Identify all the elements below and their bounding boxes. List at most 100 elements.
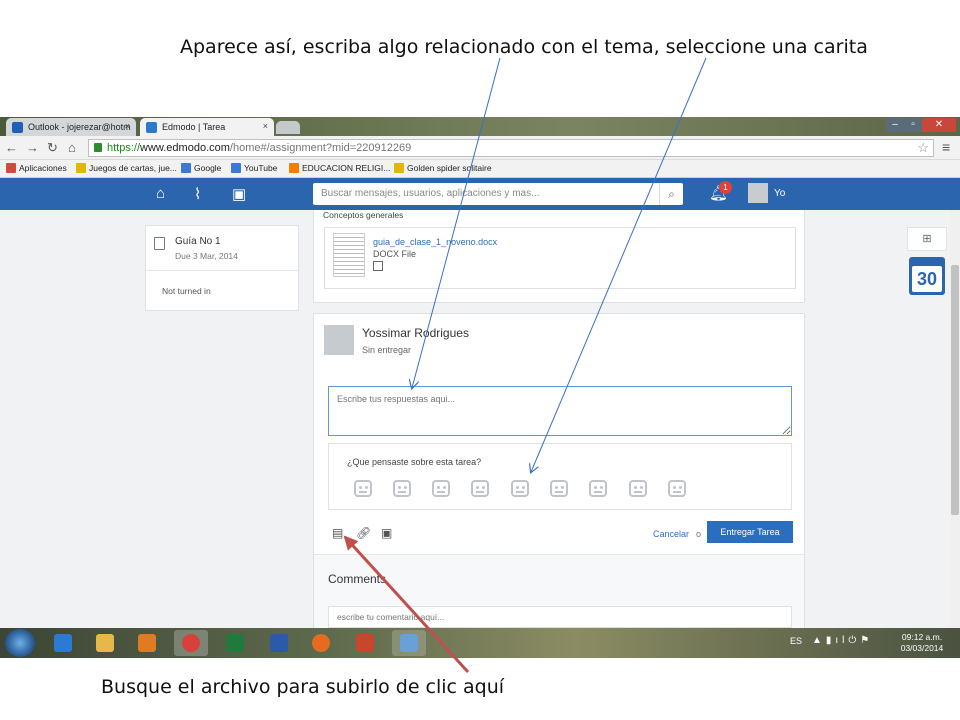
reaction-face-icon[interactable] [589, 480, 607, 497]
submit-assignment-button[interactable]: Entregar Tarea [707, 521, 793, 543]
start-button[interactable] [5, 629, 35, 657]
home-icon[interactable]: ⌂ [68, 140, 76, 155]
media-player-icon[interactable] [130, 630, 164, 656]
edmodo-header: ⌂ ⌇ ▣ Buscar mensajes, usuarios, aplicac… [0, 178, 960, 210]
tab-edmodo[interactable]: Edmodo | Tarea × [140, 118, 274, 136]
bookmark-apps[interactable]: Aplicaciones [6, 163, 67, 173]
file-attachment[interactable]: guia_de_clase_1_noveno.docx DOCX File [324, 227, 796, 289]
notification-badge[interactable]: 1 [719, 181, 732, 194]
clock[interactable]: 09:12 a.m. 03/03/2014 [898, 632, 946, 654]
tab-label: Outlook - jojerezar@hotm [28, 122, 131, 132]
bookmark-youtube[interactable]: YouTube [231, 163, 277, 173]
word-icon[interactable] [262, 630, 296, 656]
assignment-card[interactable]: Guía No 1 Due 3 Mar, 2014 Not turned in [145, 225, 300, 311]
powerpoint-icon[interactable] [348, 630, 382, 656]
apps-grid-icon [6, 163, 16, 173]
apps-grid-icon[interactable]: ⊞ [907, 227, 947, 251]
slide: Aparece así, escriba algo relacionado co… [0, 0, 960, 720]
reaction-face-icon[interactable] [668, 480, 686, 497]
divider [146, 270, 300, 271]
reaction-face-icon[interactable] [471, 480, 489, 497]
clock-time: 09:12 a.m. [901, 632, 943, 642]
back-icon[interactable]: ← [5, 140, 18, 155]
scrollbar-thumb[interactable] [951, 265, 959, 515]
url-domain: www.edmodo.com [140, 142, 230, 154]
language-indicator[interactable]: ES [790, 636, 802, 646]
menu-icon[interactable]: ≡ [942, 139, 950, 155]
edmodo-icon [146, 122, 157, 133]
close-tab-icon[interactable]: × [263, 121, 268, 131]
calendar-icon[interactable]: 30 [909, 257, 945, 295]
attach-file-icon[interactable]: ▤ [332, 526, 343, 540]
url-scheme: https:// [107, 142, 141, 154]
cancel-button[interactable]: Cancelar [653, 529, 689, 539]
document-thumbnail[interactable] [333, 233, 365, 277]
screenshot: Outlook - jojerezar@hotm × Edmodo | Tare… [0, 117, 960, 658]
minimize-button[interactable]: – [886, 118, 904, 132]
link-icon[interactable]: 🔗︎ [356, 526, 371, 540]
url-field[interactable]: https://www.edmodo.com/home#/assignment?… [88, 139, 934, 157]
bookmark-card-games[interactable]: Juegos de cartas, jue... [76, 163, 177, 173]
ie-icon[interactable] [46, 630, 80, 656]
scrollbar[interactable] [950, 210, 960, 628]
chrome-icon[interactable] [174, 630, 208, 656]
comment-input[interactable] [328, 606, 792, 628]
reaction-question: ¿Que pensaste sobre esta tarea? [347, 457, 482, 467]
tab-label: Edmodo | Tarea [162, 122, 226, 132]
library-icon[interactable]: ▣ [381, 526, 392, 540]
blogger-icon [289, 163, 299, 173]
bookmark-label: Juegos de cartas, jue... [89, 163, 177, 173]
explorer-icon[interactable] [88, 630, 122, 656]
new-tab-button[interactable] [276, 121, 300, 134]
bookmark-educacion[interactable]: EDUCACION RELIGI... [289, 163, 390, 173]
forward-icon[interactable]: → [26, 140, 39, 155]
maximize-button[interactable]: ▫ [904, 118, 922, 132]
reaction-face-icon[interactable] [432, 480, 450, 497]
firefox-icon[interactable] [304, 630, 338, 656]
file-name-link[interactable]: guia_de_clase_1_noveno.docx [373, 237, 497, 247]
paint-icon[interactable] [392, 630, 426, 656]
bookmark-label: EDUCACION RELIGI... [302, 163, 391, 173]
bookmark-label: Golden spider solitaire [407, 163, 492, 173]
lock-icon [94, 143, 102, 152]
reaction-face-icon[interactable] [550, 480, 568, 497]
reload-icon[interactable]: ↻ [47, 140, 58, 156]
activity-icon[interactable]: ⌇ [194, 185, 201, 203]
bookmark-label: Google [194, 163, 222, 173]
bookmark-google[interactable]: Google [181, 163, 221, 173]
browser-titlebar: Outlook - jojerezar@hotm × Edmodo | Tare… [0, 117, 960, 136]
search-input[interactable]: Buscar mensajes, usuarios, aplicaciones … [313, 183, 683, 205]
games-icon [394, 163, 404, 173]
google-icon [181, 163, 191, 173]
reaction-face-icon[interactable] [511, 480, 529, 497]
address-bar: ← → ↻ ⌂ https://www.edmodo.com/home#/ass… [0, 136, 960, 160]
top-caption: Aparece así, escriba algo relacionado co… [180, 36, 868, 58]
taskbar: ES ▲▮ıl⏻⚑ 09:12 a.m. 03/03/2014 [0, 628, 960, 658]
window-close-button[interactable]: ✕ [922, 118, 956, 132]
edit-icon[interactable] [373, 261, 383, 271]
assignment-icon [154, 237, 165, 250]
reaction-face-icon[interactable] [393, 480, 411, 497]
bookmark-solitaire[interactable]: Golden spider solitaire [394, 163, 492, 173]
bookmarks-bar: Aplicaciones Juegos de cartas, jue... Go… [0, 160, 960, 178]
calendar-day: 30 [912, 266, 942, 292]
assignment-details: Conceptos generales guia_de_clase_1_nove… [313, 210, 805, 303]
user-menu[interactable]: Yo [774, 188, 785, 199]
file-type: DOCX File [373, 249, 417, 259]
reaction-face-icon[interactable] [354, 480, 372, 497]
youtube-icon [231, 163, 241, 173]
home-icon[interactable]: ⌂ [156, 185, 165, 202]
system-tray-icons[interactable]: ▲▮ıl⏻⚑ [812, 635, 873, 646]
bookmark-star-icon[interactable]: ☆ [917, 140, 929, 156]
excel-icon[interactable] [218, 630, 252, 656]
assignment-due: Due 3 Mar, 2014 [175, 251, 238, 261]
tab-outlook[interactable]: Outlook - jojerezar@hotm × [6, 118, 136, 136]
reaction-face-icon[interactable] [629, 480, 647, 497]
search-icon[interactable]: ⌕ [659, 183, 683, 205]
comments-title: Comments [328, 572, 387, 586]
bottom-caption: Busque el archivo para subirlo de clic a… [101, 676, 505, 698]
backpack-icon[interactable]: ▣ [232, 185, 246, 203]
close-tab-icon[interactable]: × [125, 121, 130, 131]
answer-input[interactable] [328, 386, 792, 436]
avatar[interactable] [748, 183, 768, 203]
